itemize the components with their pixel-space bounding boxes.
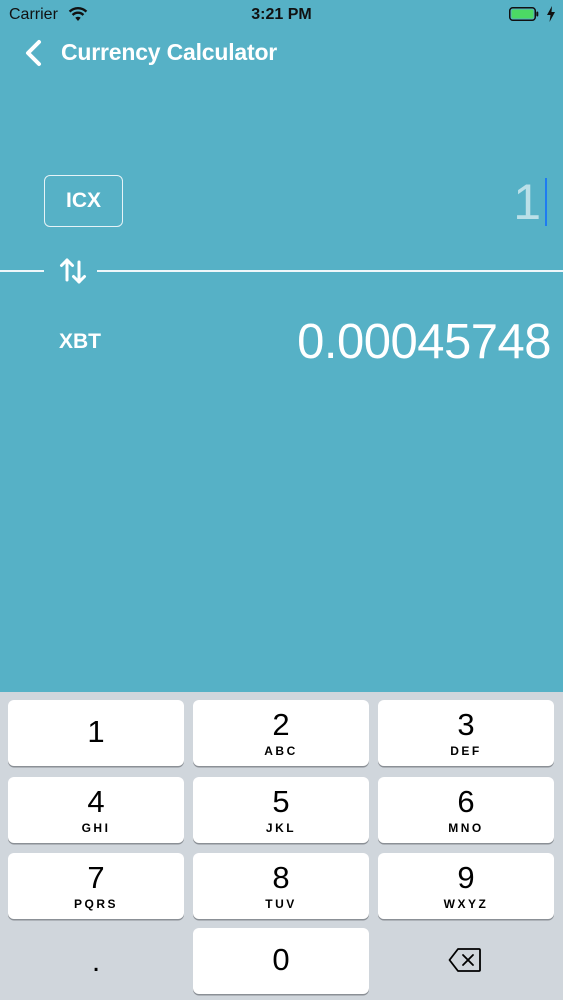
- to-currency-button[interactable]: XBT: [59, 330, 101, 354]
- converted-value: 0.00045748: [297, 315, 551, 369]
- key-digit: 7: [87, 860, 105, 895]
- key-digit: 3: [457, 707, 475, 742]
- key-letters: WXYZ: [443, 897, 489, 911]
- key-digit: 2: [272, 707, 290, 742]
- key-delete[interactable]: [378, 928, 554, 994]
- backspace-icon: [448, 948, 481, 972]
- back-chevron-icon[interactable]: [20, 38, 48, 68]
- key-digit: 9: [457, 860, 475, 895]
- key-digit: 6: [457, 784, 475, 819]
- key-letters: GHI: [81, 821, 111, 835]
- key-digit: 1: [87, 714, 105, 749]
- swap-arrows-icon[interactable]: [56, 252, 90, 290]
- key-digit: 4: [87, 784, 105, 819]
- divider-left: [0, 270, 44, 272]
- key-5[interactable]: 5 JKL: [193, 777, 369, 843]
- key-letters: MNO: [448, 821, 484, 835]
- currency-calculator-screen: Carrier 3:21 PM Currency Calculator ICX …: [0, 0, 563, 1000]
- key-letters: TUV: [265, 897, 297, 911]
- key-6[interactable]: 6 MNO: [378, 777, 554, 843]
- page-title: Currency Calculator: [61, 39, 278, 65]
- key-3[interactable]: 3 DEF: [378, 700, 554, 766]
- key-7[interactable]: 7 PQRS: [8, 853, 184, 919]
- key-letters: ABC: [264, 744, 298, 758]
- from-currency-label: ICX: [65, 189, 101, 212]
- key-9[interactable]: 9 WXYZ: [378, 853, 554, 919]
- key-digit: 8: [272, 860, 290, 895]
- status-bar: Carrier 3:21 PM: [0, 0, 563, 30]
- key-4[interactable]: 4 GHI: [8, 777, 184, 843]
- key-1[interactable]: 1: [8, 700, 184, 766]
- amount-value: 1: [513, 174, 541, 230]
- key-letters: JKL: [265, 821, 297, 835]
- status-time: 3:21 PM: [251, 6, 312, 23]
- amount-input[interactable]: 1: [513, 173, 547, 231]
- key-letters: PQRS: [73, 897, 118, 911]
- key-digit: 5: [272, 784, 290, 819]
- battery-icon: [509, 7, 539, 21]
- key-digit: 0: [272, 942, 290, 977]
- from-currency-button[interactable]: ICX: [44, 175, 123, 227]
- text-caret: [545, 178, 547, 226]
- key-letters: DEF: [450, 744, 482, 758]
- key-decimal[interactable]: .: [8, 928, 184, 994]
- key-digit: .: [91, 945, 101, 978]
- charging-bolt-icon: [547, 6, 555, 22]
- key-2[interactable]: 2 ABC: [193, 700, 369, 766]
- numeric-keypad: 1 2 ABC 3 DEF 4 GHI 5 JKL 6 MNO 7 PQRS 8…: [0, 692, 563, 1000]
- key-8[interactable]: 8 TUV: [193, 853, 369, 919]
- divider-right: [97, 270, 563, 272]
- key-0[interactable]: 0: [193, 928, 369, 994]
